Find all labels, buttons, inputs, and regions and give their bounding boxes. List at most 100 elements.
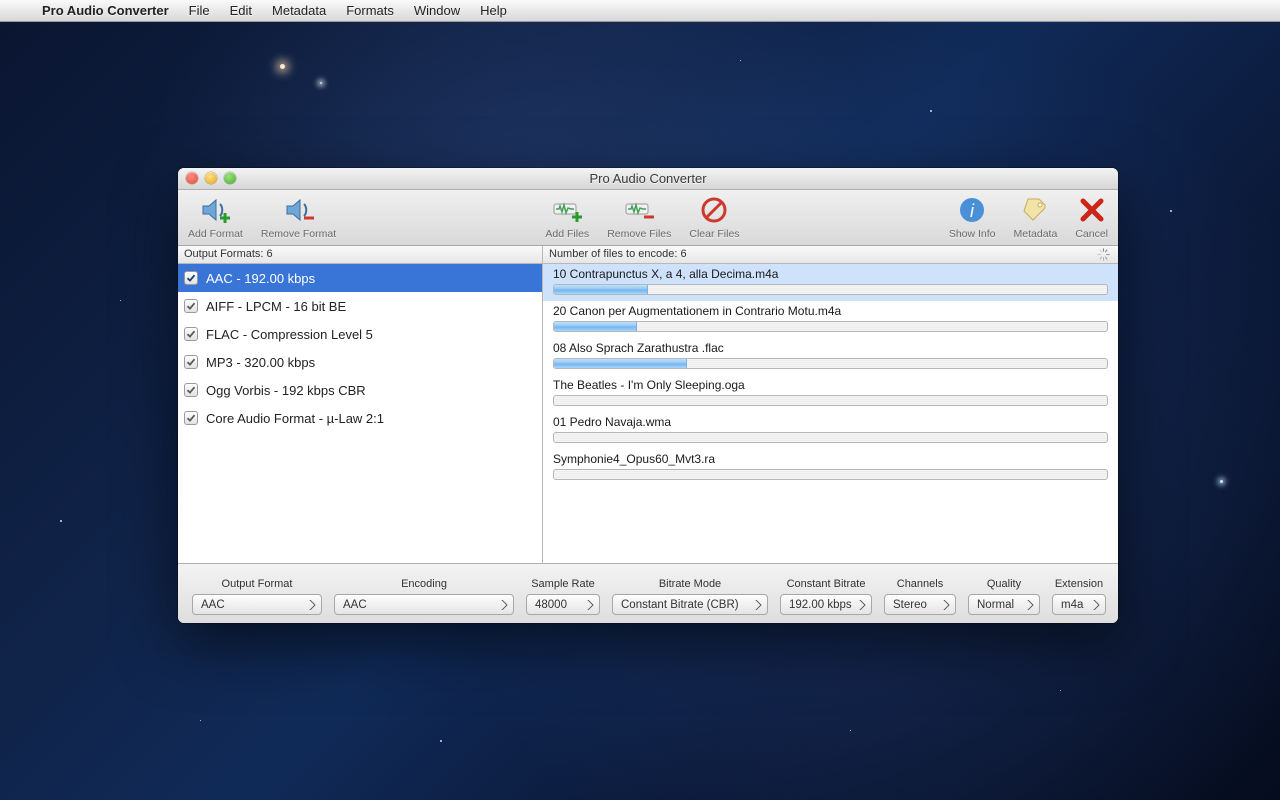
constant-bitrate-select[interactable]: 192.00 kbps (780, 594, 872, 615)
info-icon: i (956, 194, 988, 226)
setting-label: Quality (987, 578, 1021, 590)
encoding-select[interactable]: AAC (334, 594, 514, 615)
close-window-button[interactable] (186, 172, 198, 184)
files-list[interactable]: 10 Contrapunctus X, a 4, alla Decima.m4a… (543, 264, 1118, 563)
format-row[interactable]: Core Audio Format - µ-Law 2:1 (178, 404, 542, 432)
format-checkbox[interactable] (184, 299, 198, 313)
menubar-app-name[interactable]: Pro Audio Converter (32, 3, 179, 18)
file-name: 01 Pedro Navaja.wma (553, 415, 1108, 429)
format-row[interactable]: FLAC - Compression Level 5 (178, 320, 542, 348)
format-label: MP3 - 320.00 kbps (206, 355, 315, 370)
format-checkbox[interactable] (184, 411, 198, 425)
menu-help[interactable]: Help (470, 3, 517, 18)
setting-label: Channels (897, 578, 943, 590)
progress-bar (553, 432, 1108, 443)
format-label: FLAC - Compression Level 5 (206, 327, 373, 342)
toolbar: Add Format Remove Format Add Files (178, 190, 1118, 246)
setting-label: Output Format (222, 578, 293, 590)
minimize-window-button[interactable] (205, 172, 217, 184)
toolbar-label: Cancel (1075, 228, 1108, 240)
sample-rate-select[interactable]: 48000 (526, 594, 600, 615)
format-label: AAC - 192.00 kbps (206, 271, 315, 286)
toolbar-label: Remove Files (607, 228, 671, 240)
column-headers: Output Formats: 6 Number of files to enc… (178, 246, 1118, 264)
format-checkbox[interactable] (184, 327, 198, 341)
window-titlebar[interactable]: Pro Audio Converter (178, 168, 1118, 190)
bitrate-mode-select[interactable]: Constant Bitrate (CBR) (612, 594, 768, 615)
add-format-button[interactable]: Add Format (188, 194, 243, 240)
format-row[interactable]: Ogg Vorbis - 192 kbps CBR (178, 376, 542, 404)
settings-bar: Output Format AAC Encoding AAC Sample Ra… (178, 563, 1118, 623)
progress-bar (553, 284, 1108, 295)
setting-label: Constant Bitrate (787, 578, 866, 590)
menu-file[interactable]: File (179, 3, 220, 18)
waveform-plus-icon (551, 194, 583, 226)
toolbar-label: Clear Files (689, 228, 739, 240)
toolbar-label: Show Info (949, 228, 996, 240)
file-row[interactable]: Symphonie4_Opus60_Mvt3.ra (543, 449, 1118, 486)
activity-spinner-icon (1097, 248, 1110, 261)
remove-format-button[interactable]: Remove Format (261, 194, 336, 240)
format-label: Core Audio Format - µ-Law 2:1 (206, 411, 384, 426)
tag-icon (1019, 194, 1051, 226)
progress-fill (554, 359, 687, 368)
format-row[interactable]: AIFF - LPCM - 16 bit BE (178, 292, 542, 320)
speaker-minus-icon (283, 194, 315, 226)
macos-menubar: Pro Audio Converter File Edit Metadata F… (0, 0, 1280, 22)
file-row[interactable]: 01 Pedro Navaja.wma (543, 412, 1118, 449)
file-name: 08 Also Sprach Zarathustra .flac (553, 341, 1108, 355)
menu-metadata[interactable]: Metadata (262, 3, 336, 18)
quality-select[interactable]: Normal (968, 594, 1040, 615)
channels-select[interactable]: Stereo (884, 594, 956, 615)
formats-list[interactable]: AAC - 192.00 kbps AIFF - LPCM - 16 bit BE… (178, 264, 543, 563)
progress-fill (554, 285, 648, 294)
clear-files-button[interactable]: Clear Files (689, 194, 739, 240)
file-row[interactable]: 10 Contrapunctus X, a 4, alla Decima.m4a (543, 264, 1118, 301)
progress-bar (553, 321, 1108, 332)
progress-fill (554, 322, 637, 331)
format-label: AIFF - LPCM - 16 bit BE (206, 299, 346, 314)
format-checkbox[interactable] (184, 355, 198, 369)
extension-select[interactable]: m4a (1052, 594, 1106, 615)
progress-bar (553, 395, 1108, 406)
files-header: Number of files to encode: 6 (543, 246, 1118, 263)
waveform-minus-icon (623, 194, 655, 226)
menu-formats[interactable]: Formats (336, 3, 404, 18)
format-checkbox[interactable] (184, 383, 198, 397)
setting-label: Sample Rate (531, 578, 595, 590)
format-row[interactable]: AAC - 192.00 kbps (178, 264, 542, 292)
menu-window[interactable]: Window (404, 3, 470, 18)
file-name: 20 Canon per Augmentationem in Contrario… (553, 304, 1108, 318)
prohibit-icon (698, 194, 730, 226)
cancel-button[interactable]: Cancel (1075, 194, 1108, 240)
format-label: Ogg Vorbis - 192 kbps CBR (206, 383, 366, 398)
toolbar-label: Add Format (188, 228, 243, 240)
speaker-plus-icon (199, 194, 231, 226)
output-format-select[interactable]: AAC (192, 594, 322, 615)
add-files-button[interactable]: Add Files (545, 194, 589, 240)
setting-label: Extension (1055, 578, 1103, 590)
file-row[interactable]: The Beatles - I'm Only Sleeping.oga (543, 375, 1118, 412)
toolbar-label: Remove Format (261, 228, 336, 240)
remove-files-button[interactable]: Remove Files (607, 194, 671, 240)
file-name: Symphonie4_Opus60_Mvt3.ra (553, 452, 1108, 466)
progress-bar (553, 358, 1108, 369)
menu-edit[interactable]: Edit (220, 3, 262, 18)
format-checkbox[interactable] (184, 271, 198, 285)
file-name: 10 Contrapunctus X, a 4, alla Decima.m4a (553, 267, 1108, 281)
setting-label: Bitrate Mode (659, 578, 721, 590)
progress-bar (553, 469, 1108, 480)
setting-label: Encoding (401, 578, 447, 590)
file-row[interactable]: 08 Also Sprach Zarathustra .flac (543, 338, 1118, 375)
app-window: Pro Audio Converter Add Format Remove Fo… (178, 168, 1118, 623)
toolbar-label: Metadata (1014, 228, 1058, 240)
file-name: The Beatles - I'm Only Sleeping.oga (553, 378, 1108, 392)
window-title: Pro Audio Converter (589, 171, 706, 186)
metadata-button[interactable]: Metadata (1014, 194, 1058, 240)
formats-header: Output Formats: 6 (178, 246, 543, 263)
zoom-window-button[interactable] (224, 172, 236, 184)
toolbar-label: Add Files (545, 228, 589, 240)
format-row[interactable]: MP3 - 320.00 kbps (178, 348, 542, 376)
file-row[interactable]: 20 Canon per Augmentationem in Contrario… (543, 301, 1118, 338)
show-info-button[interactable]: i Show Info (949, 194, 996, 240)
